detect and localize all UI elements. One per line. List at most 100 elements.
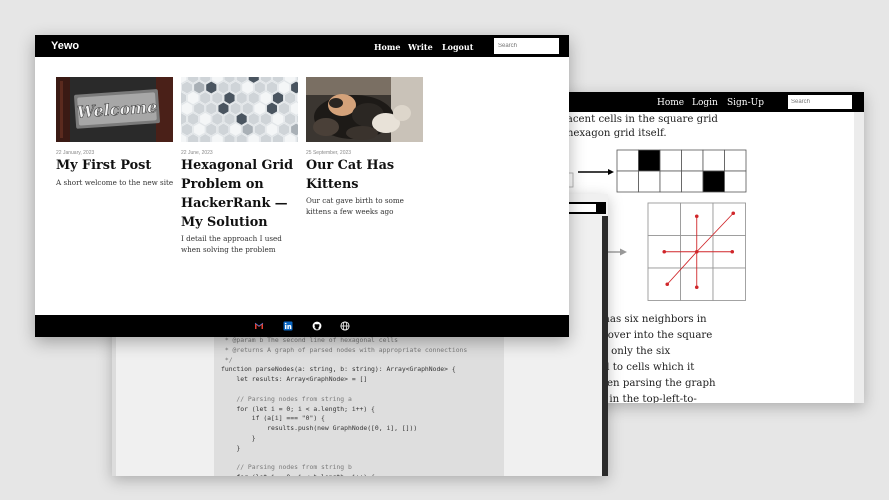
nav-logout-link[interactable]: Logout — [442, 42, 473, 52]
post-description: A short welcome to the new site — [56, 178, 174, 187]
grid-cell — [638, 149, 661, 172]
site-logo[interactable]: Yewo — [51, 40, 79, 52]
node-dot — [731, 211, 736, 216]
footer — [35, 315, 569, 337]
arrow-head — [608, 169, 614, 175]
grid-cell — [681, 170, 704, 193]
hexagon-tile — [235, 91, 248, 105]
globe-icon[interactable] — [340, 321, 350, 331]
code-line: for (let i = 0; i < b.length; i++) { — [221, 473, 375, 476]
code-line: if (a[i] === "0") { — [251, 414, 325, 423]
code-line: for (let i = 0; i < a.length; i++) { — [236, 404, 375, 413]
post-title[interactable]: Hexagonal Grid Problem on HackerRank — M… — [181, 156, 299, 232]
nav-home-link[interactable]: Home — [657, 98, 684, 108]
grid-cell — [724, 149, 747, 172]
hexagon-tile — [205, 101, 218, 116]
hexagon-tile — [211, 112, 224, 126]
hexagon-tile — [187, 112, 199, 126]
node-dot — [694, 214, 699, 219]
hexagon-tile — [223, 91, 236, 105]
code-line: results.push(new GraphNode([0, i], [])) — [267, 424, 418, 433]
search-input[interactable] — [788, 95, 852, 109]
hexagon-tile — [205, 80, 218, 95]
hexagon-tile — [284, 112, 296, 126]
hexagon-tile — [217, 122, 230, 137]
hexagon-tiles-image — [181, 77, 298, 142]
hexagon-tile — [272, 112, 284, 126]
grid-cell — [638, 170, 661, 193]
hexagon-tile — [199, 112, 211, 126]
code-text: * @param b The second line of hexagonal … — [221, 336, 467, 476]
grid-cell — [616, 149, 639, 172]
hexagon-tile — [223, 112, 236, 126]
scrollbar[interactable] — [854, 112, 864, 403]
cat-with-kittens-image — [306, 77, 423, 142]
grid-cell — [702, 170, 725, 193]
grid-cell — [647, 267, 681, 301]
code-line: // Parsing nodes from string b — [236, 463, 352, 472]
nav-signup-link[interactable]: Sign-Up — [727, 98, 764, 108]
node-dot — [694, 285, 699, 290]
hexagon-tile — [266, 80, 278, 95]
gmail-icon[interactable] — [254, 321, 264, 331]
hexagon-tile — [193, 80, 205, 95]
nav-home-link[interactable]: Home — [374, 42, 400, 52]
grid-cell — [712, 202, 746, 236]
node-dot — [694, 249, 699, 254]
hexagon-tile — [241, 80, 254, 95]
nav-login-link[interactable]: Login — [692, 98, 718, 108]
post-description: I detail the approach I used when solvin… — [181, 234, 282, 254]
hexagon-tile — [266, 101, 278, 116]
hexagon-tile — [278, 101, 290, 116]
neighbor-grid — [647, 202, 746, 301]
hexagon-tile — [211, 91, 224, 105]
grid-cell — [724, 170, 747, 193]
nav-write-link[interactable]: Write — [408, 42, 433, 52]
hexagon-tile — [254, 122, 266, 137]
code-line: } — [251, 433, 256, 442]
grid-cell — [681, 149, 704, 172]
grid-cell — [659, 170, 682, 193]
hexagon-tile — [205, 122, 218, 137]
hexagon-tile — [199, 91, 211, 105]
code-line: } — [236, 443, 241, 452]
hexagon-tile — [235, 112, 248, 126]
code-line: * @param b The second line of hexagonal … — [224, 336, 398, 344]
grid-cell — [702, 149, 725, 172]
grid-cell — [659, 149, 682, 172]
linkedin-icon[interactable] — [283, 321, 293, 331]
hexagon-tile — [229, 101, 242, 116]
post-description: Our cat gave birth to some kittens a few… — [306, 196, 404, 216]
code-line: */ — [224, 355, 233, 364]
code-line: let results: Array<GraphNode> = [] — [236, 375, 368, 384]
hexagon-tile — [187, 91, 199, 105]
post-thumbnail[interactable] — [306, 77, 423, 142]
code-line: function parseNodes(a: string, b: string… — [221, 365, 456, 374]
hexagon-tile — [260, 112, 272, 126]
hexagon-tile — [229, 80, 242, 95]
code-line: * @returns A graph of parsed nodes with … — [224, 345, 468, 354]
post-title[interactable]: My First Post — [56, 156, 174, 175]
hexagon-tile — [181, 101, 193, 116]
code-line: // Parsing nodes from string a — [236, 394, 352, 403]
grid-cell — [616, 170, 639, 193]
post-thumbnail[interactable]: Welcome — [56, 77, 173, 142]
node-dot — [665, 282, 670, 287]
hexagon-tile — [278, 80, 290, 95]
hexagon-tile — [241, 122, 254, 137]
arrow-head-gray — [620, 248, 627, 256]
hexagon-tile — [217, 101, 230, 116]
post-title[interactable]: Our Cat Has Kittens — [306, 156, 424, 194]
hexagon-tile — [193, 101, 205, 116]
nav-bar: Yewo Home Write Logout — [35, 35, 569, 57]
hexagon-tile — [229, 122, 242, 137]
hexagon-tile — [266, 122, 278, 137]
scrollbar[interactable] — [602, 216, 608, 476]
hexagon-tile — [241, 101, 254, 116]
hexagon-tile — [217, 80, 230, 95]
post-thumbnail[interactable] — [181, 77, 298, 142]
hexagon-tile — [254, 80, 266, 95]
hexagon-tile — [254, 101, 266, 116]
search-input[interactable] — [494, 38, 559, 54]
github-icon[interactable] — [312, 321, 322, 331]
